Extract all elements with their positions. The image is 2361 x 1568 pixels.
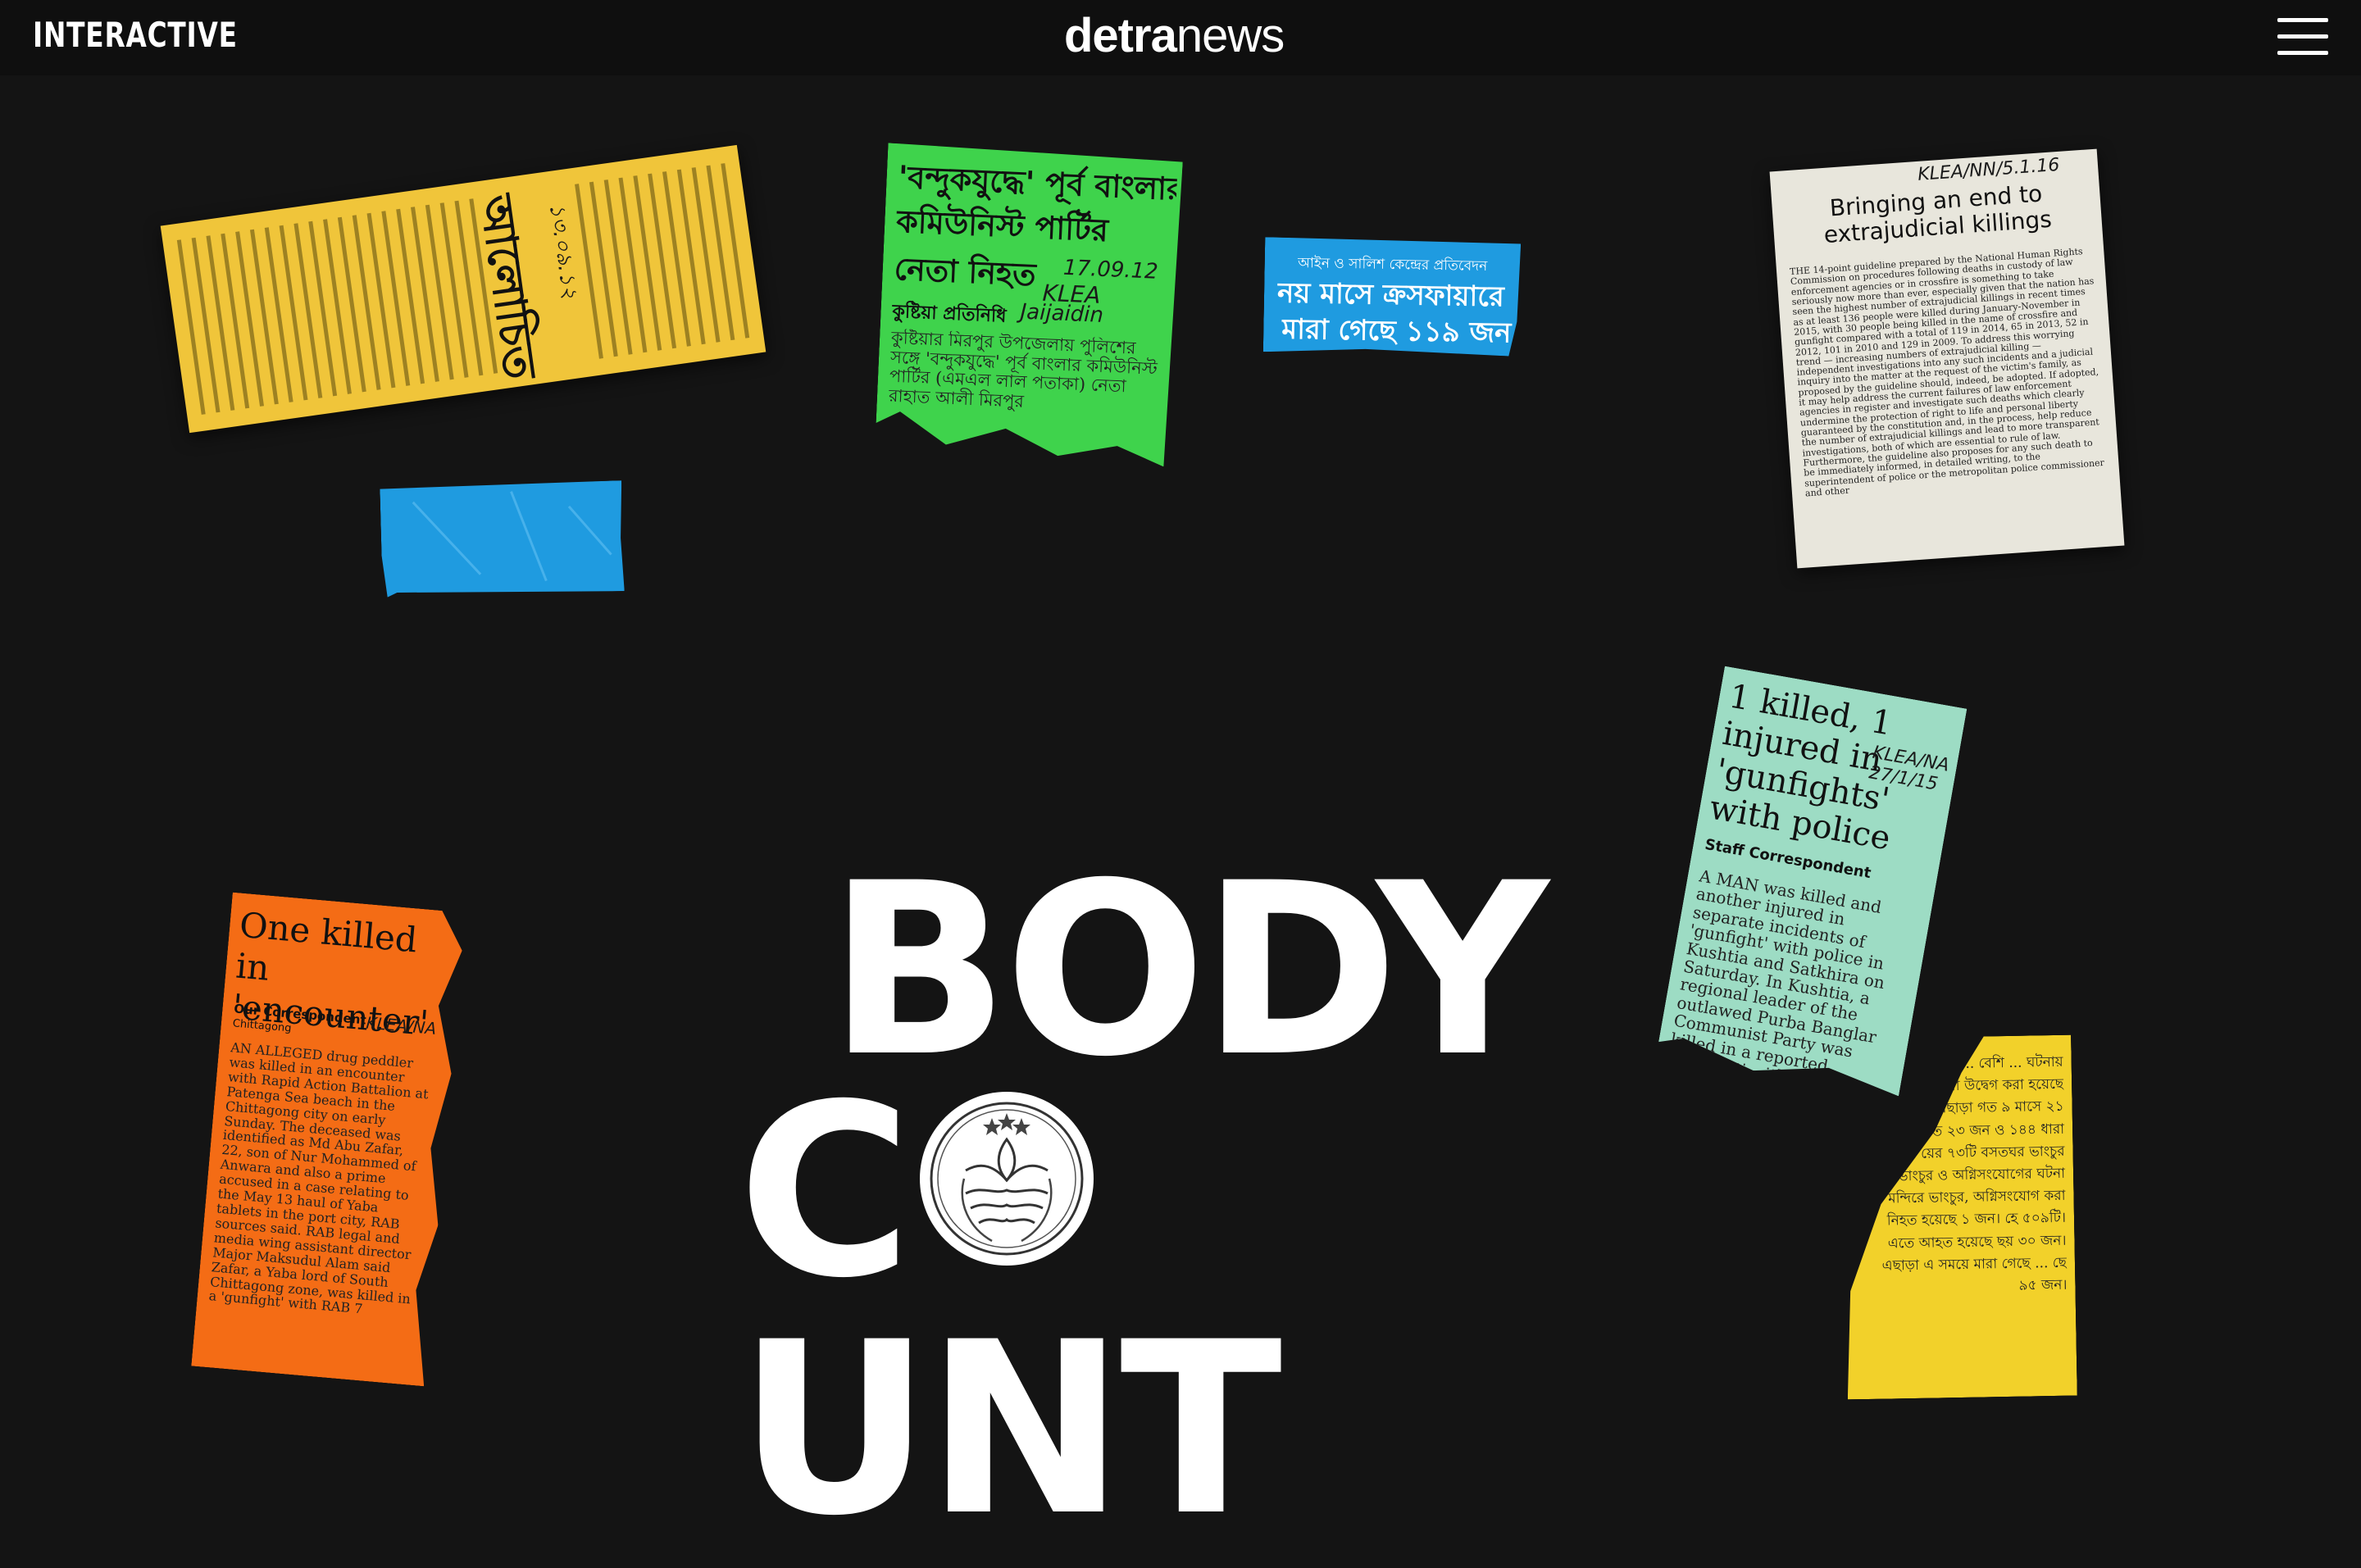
menu-bar bbox=[2277, 51, 2328, 55]
clipping-body: THE 14-point guideline prepared by the N… bbox=[1789, 246, 2105, 499]
clipping-green: 'বন্দুকযুদ্ধে' পূর্ব বাংলার কমিউনিস্ট পা… bbox=[875, 143, 1183, 466]
menu-bar bbox=[2277, 34, 2328, 39]
brand-part-2: news bbox=[1176, 9, 1285, 62]
clipping-yellow-bottom: হয়েছেন ৪৪ জন ... বেশি ... ঘটনায় হত্যাক… bbox=[1841, 1035, 2077, 1400]
clipping-headline: Bringing an end to extrajudicial killing… bbox=[1822, 180, 2053, 249]
tape-creases bbox=[380, 480, 624, 598]
hamburger-menu-icon[interactable] bbox=[2277, 18, 2328, 56]
clipping-body: A MAN was killed and another injured in … bbox=[1668, 866, 1886, 1092]
page-title: BODY CUNT bbox=[738, 833, 1631, 1549]
clipping-headline-line-3: নেতা নিহত bbox=[893, 249, 1037, 293]
brand-part-1: detra bbox=[1064, 9, 1177, 62]
title-letter-c: C bbox=[738, 1054, 912, 1330]
clipping-body: AN ALLEGED drug peddler was killed in an… bbox=[207, 1040, 430, 1317]
text-columns bbox=[176, 163, 750, 415]
menu-bar bbox=[2277, 18, 2328, 22]
handwritten-source: Jaijaidin bbox=[1019, 299, 1104, 328]
section-label[interactable]: INTERACTIVE bbox=[33, 15, 238, 55]
bangladesh-seal-icon bbox=[920, 1092, 1094, 1266]
title-line-1: BODY bbox=[828, 833, 1549, 1109]
blue-tape bbox=[380, 480, 624, 598]
clipping-headline-line-2: মারা গেছে ১১৯ জন bbox=[1281, 312, 1512, 350]
clipping-yellow-top: আলোচিত ১৩.০৯.১২ bbox=[160, 144, 767, 434]
clipping-teal: 1 killed, 1 injured in 'gunfights' with … bbox=[1657, 666, 1968, 1097]
top-bar: INTERACTIVE detranews bbox=[0, 0, 2361, 75]
brand-logo[interactable]: detranews bbox=[1064, 9, 1285, 62]
clipping-white: KLEA/NN/5.1.16 Bringing an end to extraj… bbox=[1769, 148, 2125, 569]
clipping-body: হয়েছেন ৪৪ জন ... বেশি ... ঘটনায় হত্যাক… bbox=[1862, 1053, 2068, 1294]
title-letters-unt: UNT bbox=[738, 1292, 1282, 1568]
clipping-blue: আইন ও সালিশ কেন্দ্রের প্রতিবেদন নয় মাসে… bbox=[1263, 237, 1521, 356]
title-line-2: CUNT bbox=[738, 1074, 1631, 1549]
clipping-orange: One killed in 'encounter' Our Correspond… bbox=[191, 893, 465, 1387]
clipping-body: কুষ্টিয়ার মিরপুর উপজেলায় পুলিশের সঙ্গে… bbox=[888, 328, 1158, 411]
clipping-byline: কুষ্টিয়া প্রতিনিধি bbox=[891, 300, 1008, 327]
